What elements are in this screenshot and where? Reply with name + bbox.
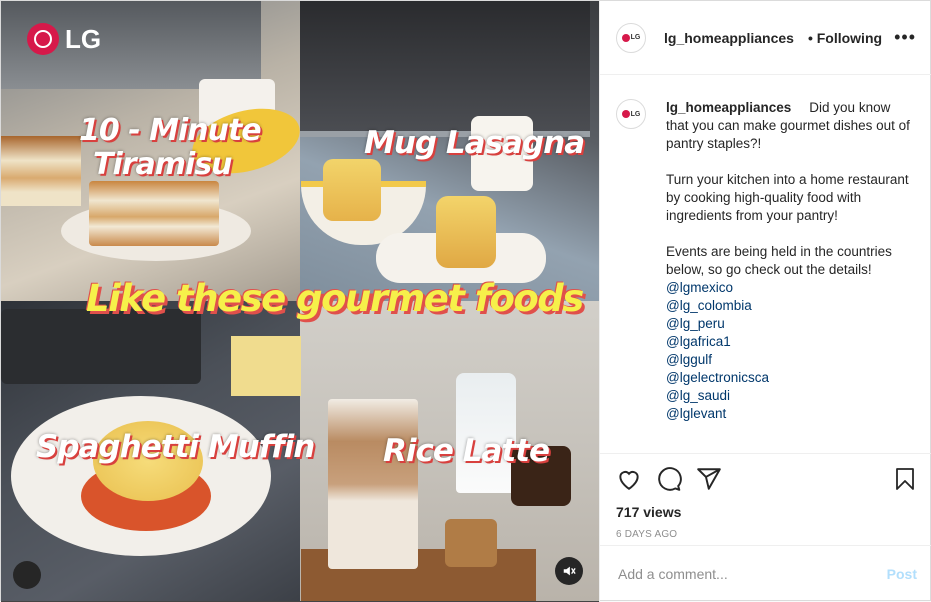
post-dialog: LG 10 - Minute Tiramisu Mug Lasagna Spag… — [0, 0, 931, 602]
video-control-button[interactable] — [13, 561, 41, 589]
post-timestamp[interactable]: 6 DAYS AGO — [616, 529, 917, 540]
more-options-button[interactable]: ••• — [894, 27, 916, 48]
following-button[interactable]: • Following — [808, 30, 882, 46]
mute-button[interactable] — [555, 557, 583, 585]
mention-link[interactable]: @lg_saudi — [666, 387, 911, 405]
mention-link[interactable]: @lgelectronicsca — [666, 369, 911, 387]
caption-text: lg_homeappliances Did you know that you c… — [666, 99, 911, 423]
caption-paragraph: Events are being held in the countries b… — [666, 244, 892, 277]
tiramisu-slice-image — [1, 136, 81, 206]
post-comment-button[interactable]: Post — [887, 566, 917, 582]
avatar[interactable]: LG — [616, 22, 646, 53]
jar-image — [445, 519, 497, 567]
caption-area: LG lg_homeappliances Did you know that yo… — [600, 75, 931, 453]
bookmark-icon[interactable] — [893, 466, 917, 492]
mention-link[interactable]: @lgmexico — [666, 279, 911, 297]
action-icons — [616, 464, 917, 494]
mention-link[interactable]: @lglevant — [666, 405, 911, 423]
lasagna-image — [436, 196, 496, 268]
speaker-muted-icon — [563, 566, 576, 576]
lg-logo: LG — [27, 23, 101, 55]
lasagna-image — [323, 159, 381, 221]
post-sidebar: LG lg_homeappliances • Following ••• LG … — [599, 1, 931, 602]
tiramisu-title: Tiramisu — [93, 147, 233, 182]
heart-icon[interactable] — [616, 466, 642, 492]
post-video[interactable]: LG 10 - Minute Tiramisu Mug Lasagna Spag… — [1, 1, 599, 602]
tiramisu-title: 10 - Minute — [79, 113, 262, 148]
muffin-tray-image — [1, 309, 201, 384]
share-icon[interactable] — [696, 466, 722, 492]
oven-image — [300, 1, 590, 137]
tiramisu-image — [89, 181, 219, 246]
cheese-image — [231, 336, 301, 396]
mention-link[interactable]: @lggulf — [666, 351, 911, 369]
latte-glass-image — [328, 399, 418, 569]
spaghetti-title: Spaghetti Muffin — [36, 429, 315, 465]
mention-link[interactable]: @lg_colombia — [666, 297, 911, 315]
lg-logo-text: LG — [65, 23, 102, 54]
lasagna-title: Mug Lasagna — [364, 125, 585, 161]
post-header: LG lg_homeappliances • Following ••• — [600, 1, 931, 75]
caption: LG lg_homeappliances Did you know that yo… — [616, 99, 917, 423]
comment-form: Post — [600, 545, 931, 602]
lg-logo-icon — [27, 23, 59, 55]
mention-link[interactable]: @lgafrica1 — [666, 333, 911, 351]
mention-link[interactable]: @lg_peru — [666, 315, 911, 333]
header-username-link[interactable]: lg_homeappliances — [664, 30, 794, 46]
comment-icon[interactable] — [656, 466, 682, 492]
caption-paragraph: Turn your kitchen into a home restaurant… — [666, 172, 909, 223]
video-headline: Like these gourmet foods — [86, 277, 584, 320]
caption-username-link[interactable]: lg_homeappliances — [666, 100, 791, 115]
view-count[interactable]: 717 views — [616, 504, 917, 520]
avatar[interactable]: LG — [616, 99, 646, 129]
latte-title: Rice Latte — [383, 433, 550, 469]
action-bar: 717 views 6 DAYS AGO — [600, 453, 931, 540]
comment-input[interactable] — [616, 565, 887, 583]
